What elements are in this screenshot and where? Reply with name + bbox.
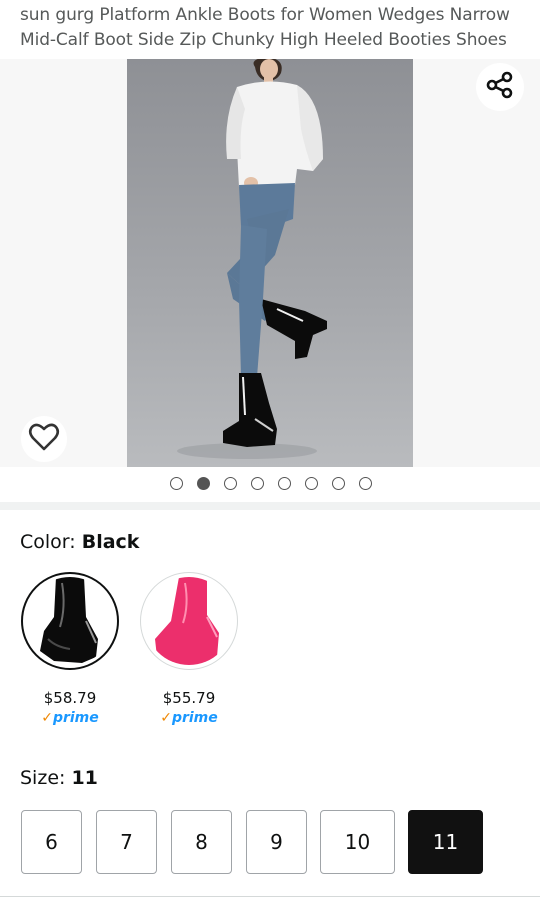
image-carousel-dots[interactable] bbox=[170, 477, 372, 490]
black-boot-thumbnail bbox=[26, 577, 114, 665]
color-label: Color: Black bbox=[20, 530, 139, 554]
size-option-9[interactable]: 9 bbox=[246, 810, 307, 874]
product-photo[interactable] bbox=[127, 59, 413, 467]
prime-badge-pink: ✓prime bbox=[140, 710, 238, 726]
product-image-gallery[interactable] bbox=[0, 59, 540, 467]
prime-badge-black: ✓prime bbox=[21, 710, 119, 726]
size-label-prefix: Size: bbox=[20, 767, 72, 789]
carousel-dot[interactable] bbox=[332, 477, 345, 490]
size-option-6[interactable]: 6 bbox=[21, 810, 82, 874]
size-option-11-selected[interactable]: 11 bbox=[408, 810, 483, 874]
selected-size-value: 11 bbox=[71, 767, 98, 789]
color-price-black: $58.79 bbox=[43, 689, 97, 707]
product-title: sun gurg Platform Ankle Boots for Women … bbox=[20, 5, 510, 50]
color-swatch-black[interactable] bbox=[21, 572, 119, 670]
prime-label: prime bbox=[171, 710, 218, 726]
bottom-divider bbox=[0, 896, 540, 897]
selected-color-value: Black bbox=[81, 531, 140, 553]
carousel-dot[interactable] bbox=[359, 477, 372, 490]
size-option-7[interactable]: 7 bbox=[96, 810, 157, 874]
share-button[interactable] bbox=[476, 63, 524, 111]
size-label: Size: 11 bbox=[20, 766, 98, 790]
heart-icon bbox=[28, 422, 60, 456]
carousel-dot-active[interactable] bbox=[197, 477, 210, 490]
color-swatch-pink[interactable] bbox=[140, 572, 238, 670]
carousel-dot[interactable] bbox=[170, 477, 183, 490]
size-option-8[interactable]: 8 bbox=[171, 810, 232, 874]
add-to-wishlist-button[interactable] bbox=[21, 416, 67, 462]
pink-boot-thumbnail bbox=[145, 577, 233, 665]
carousel-dot[interactable] bbox=[278, 477, 291, 490]
carousel-dot[interactable] bbox=[305, 477, 318, 490]
color-price-pink: $55.79 bbox=[162, 689, 216, 707]
share-icon bbox=[485, 70, 515, 104]
carousel-dot[interactable] bbox=[224, 477, 237, 490]
section-divider bbox=[0, 502, 540, 510]
prime-label: prime bbox=[52, 710, 99, 726]
prime-check-icon: ✓ bbox=[160, 710, 172, 726]
carousel-dot[interactable] bbox=[251, 477, 264, 490]
prime-check-icon: ✓ bbox=[41, 710, 53, 726]
color-label-prefix: Color: bbox=[20, 531, 82, 553]
size-option-10[interactable]: 10 bbox=[320, 810, 395, 874]
model-photo-illustration bbox=[177, 59, 327, 459]
